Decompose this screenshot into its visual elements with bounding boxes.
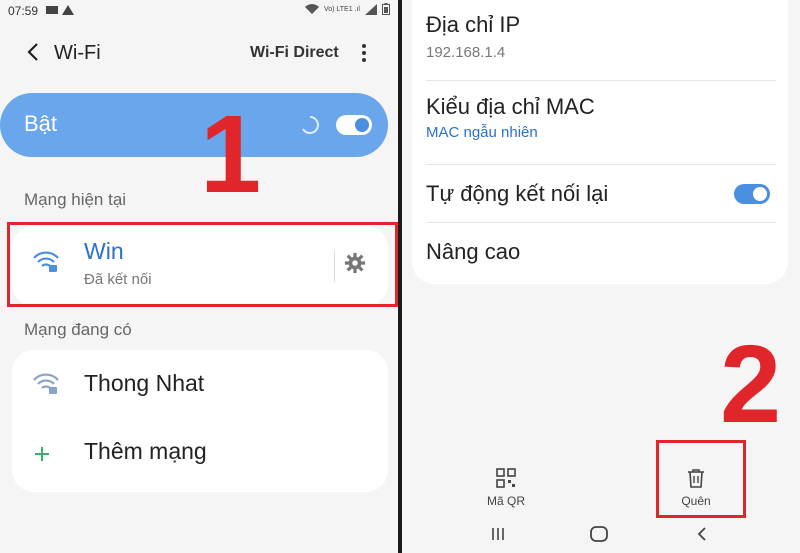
add-network-label: Thêm mạng bbox=[84, 438, 207, 464]
auto-reconnect-label: Tự động kết nối lại bbox=[426, 181, 609, 206]
loading-spinner-icon bbox=[302, 116, 319, 134]
available-network-row[interactable]: Thong Nhat bbox=[12, 350, 388, 420]
home-icon[interactable] bbox=[590, 526, 608, 542]
system-navigation-bar bbox=[402, 518, 800, 553]
battery-icon bbox=[382, 3, 390, 15]
status-icons: Vo) LTE1 .ıl bbox=[304, 3, 390, 15]
status-bar: 07:59 Vo) LTE1 .ıl bbox=[0, 0, 398, 22]
advanced-label: Nâng cao bbox=[426, 239, 521, 264]
ip-address-value: 192.168.1.4 bbox=[426, 44, 506, 61]
status-time: 07:59 bbox=[8, 4, 39, 18]
highlight-box-current-network bbox=[7, 222, 398, 307]
wifi-secure-icon bbox=[33, 373, 59, 394]
wifi-status-icon bbox=[304, 3, 319, 14]
qr-code-button[interactable]: Mã QR bbox=[476, 468, 536, 508]
wifi-toggle-label: Bật bbox=[24, 111, 58, 136]
ip-address-row: Địa chỉ IP 192.168.1.4 bbox=[412, 0, 788, 62]
qr-code-label: Mã QR bbox=[486, 494, 525, 508]
back-arrow-icon[interactable] bbox=[22, 40, 46, 64]
wifi-direct-button[interactable]: Wi-Fi Direct bbox=[250, 44, 339, 62]
page-title: Wi-Fi bbox=[54, 42, 101, 64]
current-network-header: Mạng hiện tại bbox=[24, 190, 127, 209]
mac-type-row[interactable]: Kiểu địa chỉ MAC MAC ngẫu nhiên bbox=[412, 80, 788, 144]
step-number-1: 1 bbox=[200, 93, 262, 216]
wifi-switch[interactable] bbox=[336, 115, 372, 135]
mac-type-label: Kiểu địa chỉ MAC bbox=[426, 94, 595, 119]
back-nav-icon[interactable] bbox=[696, 526, 708, 542]
advanced-row[interactable]: Nâng cao bbox=[412, 222, 788, 280]
ip-address-label: Địa chỉ IP bbox=[426, 12, 521, 37]
available-networks-header: Mạng đang có bbox=[24, 320, 132, 339]
available-network-name: Thong Nhat bbox=[84, 370, 205, 396]
auto-reconnect-row[interactable]: Tự động kết nối lại bbox=[412, 164, 788, 222]
more-options-icon[interactable] bbox=[358, 42, 370, 64]
highlight-box-forget bbox=[656, 440, 746, 518]
add-network-row[interactable]: Thêm mạng bbox=[12, 420, 388, 490]
recent-apps-icon[interactable] bbox=[490, 526, 506, 542]
available-networks-card: Thong Nhat Thêm mạng bbox=[12, 350, 388, 492]
signal-icon bbox=[365, 3, 377, 15]
wifi-settings-screen: 07:59 Vo) LTE1 .ıl Wi-Fi Wi-Fi Direct Bậ… bbox=[0, 0, 398, 553]
step-number-2: 2 bbox=[720, 323, 782, 446]
plus-icon bbox=[35, 447, 49, 461]
warning-icon bbox=[62, 5, 74, 15]
auto-reconnect-switch[interactable] bbox=[734, 184, 770, 204]
app-bar: Wi-Fi Wi-Fi Direct bbox=[0, 32, 398, 76]
network-details-card: Địa chỉ IP 192.168.1.4 Kiểu địa chỉ MAC … bbox=[412, 0, 788, 284]
wifi-master-toggle[interactable]: Bật bbox=[0, 93, 388, 157]
network-details-screen: Địa chỉ IP 192.168.1.4 Kiểu địa chỉ MAC … bbox=[402, 0, 800, 553]
mac-type-value: MAC ngẫu nhiên bbox=[426, 124, 538, 141]
message-icon bbox=[46, 6, 58, 14]
network-type-label: Vo) LTE1 .ıl bbox=[323, 5, 360, 13]
qr-code-icon bbox=[496, 468, 516, 488]
